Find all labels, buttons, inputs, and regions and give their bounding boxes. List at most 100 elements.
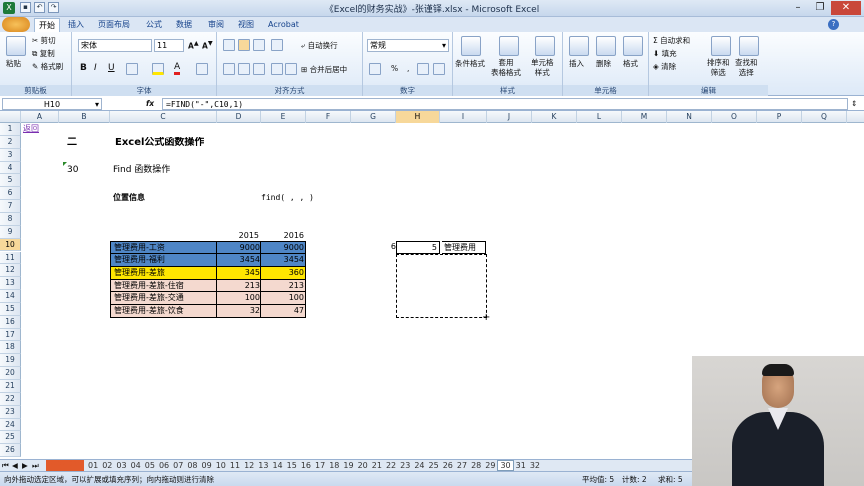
font-name-select[interactable]: 宋体 bbox=[78, 39, 152, 52]
column-header[interactable]: B bbox=[59, 111, 110, 123]
row-header[interactable]: 5 bbox=[0, 174, 21, 188]
sheet-tab[interactable]: 09 bbox=[200, 461, 214, 470]
sheet-tab[interactable]: 24 bbox=[412, 461, 426, 470]
fill-button[interactable]: ⬇ 填充 bbox=[653, 48, 677, 59]
row-header[interactable]: 1 bbox=[0, 123, 21, 136]
sheet-tab[interactable]: 31 bbox=[514, 461, 528, 470]
row-header[interactable]: 17 bbox=[0, 328, 21, 342]
grow-font-button[interactable]: A▲ bbox=[188, 40, 199, 51]
delete-cells-button[interactable]: 删除 bbox=[596, 58, 611, 69]
row-header[interactable]: 8 bbox=[0, 212, 21, 226]
sheet-tab[interactable]: 10 bbox=[214, 461, 228, 470]
table-row[interactable]: 管理费用-差旅-饮食 32 47 bbox=[110, 305, 306, 319]
sort-filter-icon[interactable] bbox=[711, 36, 731, 56]
row-header[interactable]: 15 bbox=[0, 302, 21, 316]
delete-cells-icon[interactable] bbox=[596, 36, 616, 56]
formula-input[interactable]: =FIND("-",C10,1) bbox=[162, 98, 848, 110]
tab-acrobat[interactable]: Acrobat bbox=[264, 18, 303, 32]
column-header[interactable]: L bbox=[577, 111, 622, 123]
conditional-format-button[interactable]: 条件格式 bbox=[455, 58, 485, 69]
increase-indent-icon[interactable] bbox=[285, 63, 297, 75]
format-table-icon[interactable] bbox=[499, 36, 519, 56]
sheet-tab[interactable]: 20 bbox=[356, 461, 370, 470]
sheet-tab[interactable]: 21 bbox=[370, 461, 384, 470]
expand-formula-icon[interactable]: ⇕ bbox=[851, 99, 857, 108]
column-header[interactable]: K bbox=[532, 111, 577, 123]
copy-button[interactable]: ⧉ 复制 bbox=[32, 48, 55, 59]
tab-insert[interactable]: 插入 bbox=[64, 18, 88, 32]
decrease-indent-icon[interactable] bbox=[271, 63, 283, 75]
row-header[interactable]: 25 bbox=[0, 431, 21, 445]
column-header[interactable]: A bbox=[21, 111, 59, 123]
cell-styles-icon[interactable] bbox=[535, 36, 555, 56]
insert-cells-icon[interactable] bbox=[569, 36, 589, 56]
row-header[interactable]: 22 bbox=[0, 392, 21, 406]
column-header[interactable]: D bbox=[217, 111, 261, 123]
align-middle-icon[interactable] bbox=[238, 39, 250, 51]
sheet-tab[interactable]: 16 bbox=[299, 461, 313, 470]
sheet-tab[interactable]: 13 bbox=[256, 461, 270, 470]
sheet-tab[interactable]: 02 bbox=[100, 461, 114, 470]
row-header[interactable]: 10 bbox=[0, 238, 21, 252]
align-top-icon[interactable] bbox=[223, 39, 235, 51]
cell-i10[interactable]: 管理费用 bbox=[442, 241, 486, 254]
column-header[interactable]: E bbox=[261, 111, 306, 123]
decrease-decimal-icon[interactable] bbox=[433, 63, 445, 75]
table-row[interactable]: 管理费用-差旅-交通 100 100 bbox=[110, 292, 306, 306]
align-bottom-icon[interactable] bbox=[253, 39, 265, 51]
sheet-tab[interactable]: 28 bbox=[469, 461, 483, 470]
paste-icon[interactable] bbox=[6, 36, 26, 56]
sheet-tab[interactable]: 25 bbox=[427, 461, 441, 470]
row-header[interactable]: 13 bbox=[0, 277, 21, 291]
align-right-icon[interactable] bbox=[253, 63, 265, 75]
row-header[interactable]: 19 bbox=[0, 354, 21, 368]
column-header[interactable]: Q bbox=[802, 111, 847, 123]
close-button[interactable]: ✕ bbox=[831, 1, 861, 15]
row-header[interactable]: 2 bbox=[0, 135, 21, 149]
sheet-tab[interactable]: 19 bbox=[341, 461, 355, 470]
sheet-tab[interactable]: 03 bbox=[114, 461, 128, 470]
sheet-tab[interactable]: 30 bbox=[497, 460, 514, 471]
table-row[interactable]: 管理费用-差旅 345 360 bbox=[110, 266, 306, 280]
first-sheet-button[interactable]: ⏮ bbox=[2, 461, 9, 471]
increase-decimal-icon[interactable] bbox=[417, 63, 429, 75]
sheet-tab[interactable]: 32 bbox=[528, 461, 542, 470]
tab-data[interactable]: 数据 bbox=[172, 18, 196, 32]
fill-color-icon[interactable] bbox=[152, 63, 164, 75]
autosum-button[interactable]: Σ 自动求和 bbox=[653, 35, 690, 46]
phonetic-icon[interactable] bbox=[196, 63, 208, 75]
find-select-button[interactable]: 查找和 选择 bbox=[735, 58, 758, 78]
align-center-icon[interactable] bbox=[238, 63, 250, 75]
cell-styles-button[interactable]: 单元格 样式 bbox=[531, 58, 554, 78]
insert-cells-button[interactable]: 插入 bbox=[569, 58, 584, 69]
sheet-tab[interactable]: 18 bbox=[327, 461, 341, 470]
last-sheet-button[interactable]: ⏭ bbox=[32, 461, 39, 471]
help-icon[interactable]: ? bbox=[828, 19, 839, 30]
percent-button[interactable]: % bbox=[391, 64, 398, 73]
format-cells-button[interactable]: 格式 bbox=[623, 58, 638, 69]
name-box[interactable]: H10 ▾ bbox=[2, 98, 102, 110]
prev-sheet-button[interactable]: ◀ bbox=[12, 461, 18, 470]
sheet-tab[interactable]: 05 bbox=[143, 461, 157, 470]
column-header[interactable]: J bbox=[487, 111, 532, 123]
sheet-tab[interactable]: 27 bbox=[455, 461, 469, 470]
column-header[interactable]: F bbox=[306, 111, 351, 123]
row-header[interactable]: 12 bbox=[0, 264, 21, 278]
conditional-format-icon[interactable] bbox=[461, 36, 481, 56]
align-left-icon[interactable] bbox=[223, 63, 235, 75]
sheet-tab[interactable]: 08 bbox=[185, 461, 199, 470]
sheet-tab[interactable]: 12 bbox=[242, 461, 256, 470]
next-sheet-button[interactable]: ▶ bbox=[22, 461, 28, 470]
column-header[interactable]: O bbox=[712, 111, 757, 123]
column-header[interactable]: C bbox=[110, 111, 217, 123]
column-header[interactable]: M bbox=[622, 111, 667, 123]
row-header[interactable]: 24 bbox=[0, 418, 21, 432]
row-header[interactable]: 7 bbox=[0, 200, 21, 213]
sort-filter-button[interactable]: 排序和 筛选 bbox=[707, 58, 730, 78]
row-header[interactable]: 6 bbox=[0, 187, 21, 201]
paste-button[interactable]: 粘贴 bbox=[6, 58, 21, 69]
sheet-tab[interactable]: 22 bbox=[384, 461, 398, 470]
sheet-tab[interactable]: 17 bbox=[313, 461, 327, 470]
font-color-button[interactable]: A bbox=[174, 62, 181, 75]
tab-page-layout[interactable]: 页面布局 bbox=[94, 18, 134, 32]
